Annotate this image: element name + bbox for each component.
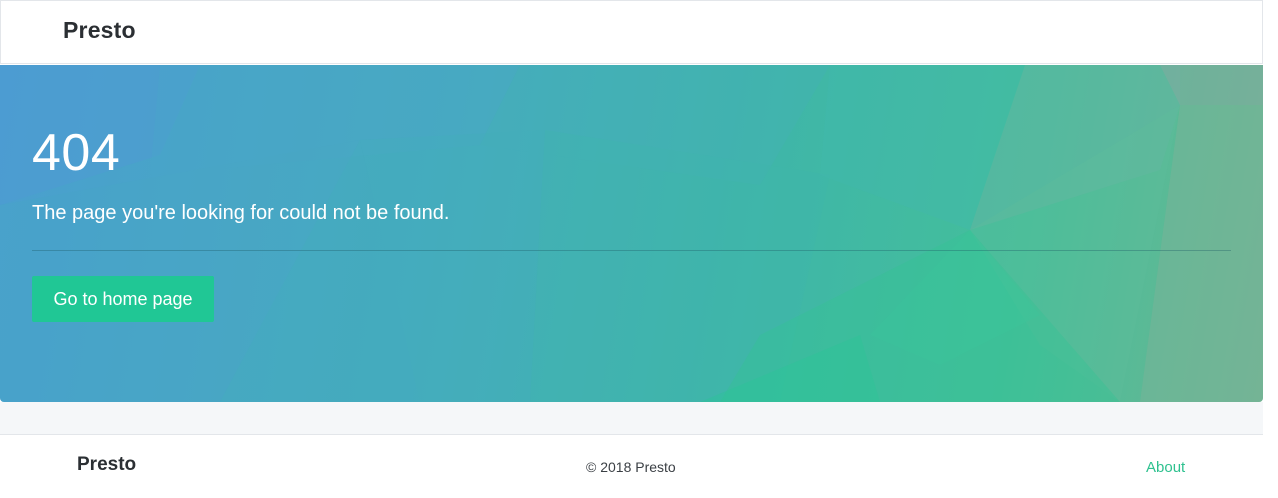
error-message: The page you're looking for could not be… — [32, 202, 450, 224]
error-hero-banner: 404 The page you're looking for could no… — [0, 65, 1263, 402]
content-gap — [0, 402, 1263, 434]
hero-divider — [32, 250, 1231, 251]
top-navbar: Presto — [0, 0, 1263, 64]
about-link[interactable]: About — [1146, 459, 1185, 476]
copyright-text: © 2018 Presto — [586, 459, 676, 475]
footer-brand: Presto — [77, 454, 137, 475]
navbar-brand[interactable]: Presto — [63, 17, 136, 44]
error-code-heading: 404 — [32, 124, 121, 182]
site-footer: Presto © 2018 Presto About — [0, 434, 1263, 498]
go-home-button[interactable]: Go to home page — [32, 276, 214, 322]
page: Presto 404 The page you're looking for c… — [0, 0, 1278, 498]
hero-content: 404 The page you're looking for could no… — [32, 65, 1231, 402]
scrollbar-gutter — [1263, 0, 1278, 498]
